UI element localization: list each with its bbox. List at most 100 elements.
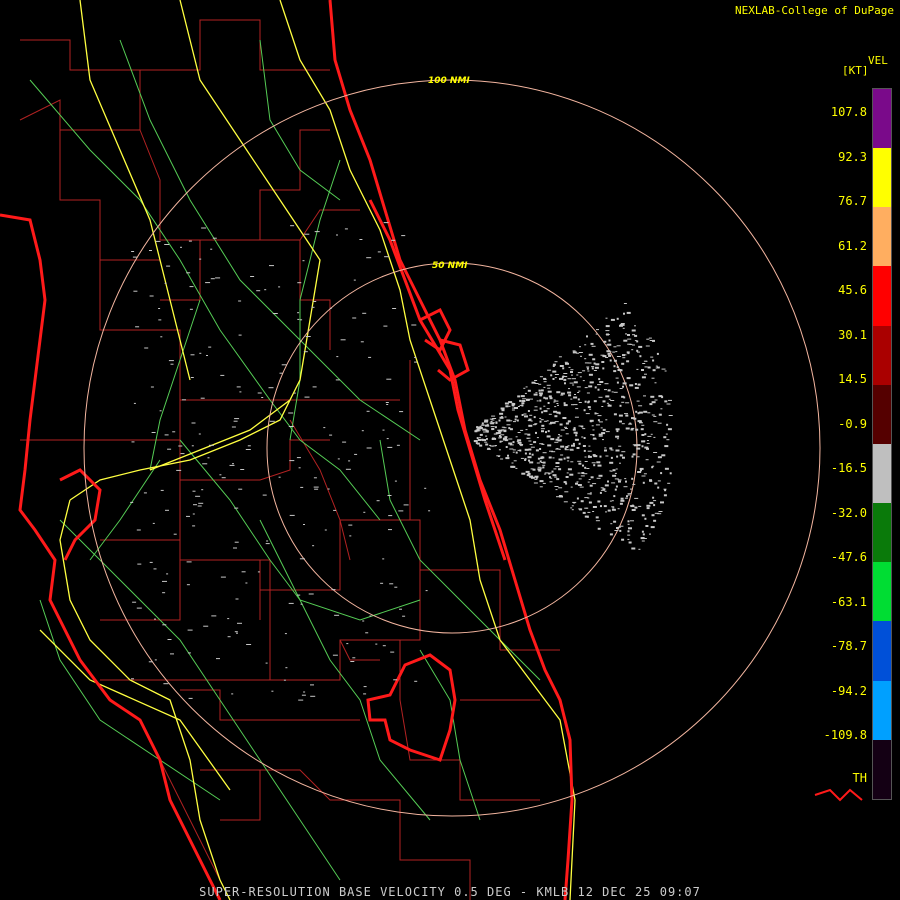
echo-pixel	[578, 462, 582, 465]
echo-pixel	[340, 339, 346, 341]
echo-pixel	[476, 437, 479, 440]
echo-pixel	[377, 251, 381, 253]
echo-pixel	[646, 507, 650, 510]
echo-pixel	[617, 526, 621, 528]
echo-pixel	[238, 488, 243, 490]
echo-pixel	[366, 447, 372, 449]
color-bar-segment	[873, 148, 891, 208]
color-bar-segment	[873, 207, 891, 267]
echo-pixel	[605, 455, 609, 457]
echo-pixel	[509, 444, 514, 446]
echo-pixel	[239, 391, 242, 393]
echo-pixel	[556, 391, 561, 394]
echo-pixel	[245, 449, 251, 450]
echo-pixel	[200, 397, 205, 399]
echo-pixel	[547, 369, 552, 371]
echo-pixel	[521, 402, 525, 405]
echo-pixel	[631, 504, 634, 507]
echo-pixel	[553, 410, 558, 413]
echo-pixel	[615, 449, 620, 452]
echo-pixel	[574, 394, 576, 395]
echo-pixel	[392, 308, 397, 309]
echo-pixel	[595, 424, 600, 426]
echo-pixel	[615, 435, 620, 438]
echo-pixel	[541, 430, 544, 433]
echo-pixel	[593, 464, 596, 467]
echo-pixel	[564, 426, 567, 428]
echo-pixel	[636, 456, 640, 458]
echo-pixel	[190, 354, 195, 356]
echo-pixel	[484, 424, 489, 427]
echo-pixel	[593, 437, 597, 440]
echo-pixel	[618, 414, 623, 417]
echo-pixel	[637, 351, 640, 353]
echo-pixel	[353, 279, 356, 281]
echo-pixel	[634, 386, 639, 389]
echo-pixel	[499, 436, 502, 439]
echo-pixel	[591, 367, 594, 370]
echo-pixel	[619, 529, 622, 532]
echo-pixel	[234, 631, 238, 633]
echo-pixel	[288, 602, 294, 604]
echo-pixel	[592, 506, 597, 508]
echo-pixel	[631, 509, 636, 511]
echo-pixel	[186, 272, 191, 274]
echo-pixel	[505, 405, 509, 408]
echo-pixel	[473, 440, 478, 443]
echo-pixel	[623, 396, 626, 399]
echo-pixel	[305, 336, 311, 337]
echo-pixel	[592, 483, 597, 485]
echo-pixel	[531, 453, 534, 456]
echo-pixel	[555, 438, 559, 441]
echo-pixel	[637, 412, 640, 415]
echo-pixel	[641, 424, 645, 426]
echo-pixel	[547, 430, 550, 433]
echo-pixel	[620, 323, 625, 324]
echo-pixel	[538, 390, 542, 392]
echo-pixel	[476, 428, 480, 431]
echo-pixel	[649, 479, 653, 482]
echo-pixel	[652, 369, 656, 372]
echo-pixel	[362, 620, 365, 622]
echo-pixel	[628, 541, 632, 544]
echo-pixel	[232, 463, 234, 465]
legend-tick: 76.7	[838, 194, 867, 208]
echo-pixel	[569, 382, 574, 384]
echo-pixel	[382, 429, 385, 431]
echo-pixel	[625, 414, 629, 417]
echo-pixel	[579, 508, 583, 511]
echo-pixel	[666, 439, 670, 441]
echo-pixel	[628, 527, 632, 530]
echo-pixel	[597, 415, 602, 417]
echo-pixel	[587, 362, 592, 364]
echo-pixel	[630, 488, 632, 490]
echo-pixel	[476, 442, 480, 445]
echo-pixel	[336, 234, 338, 236]
color-bar-segment	[873, 503, 891, 563]
color-bar-segment	[873, 562, 891, 622]
echo-pixel	[632, 444, 637, 446]
echo-pixel	[560, 445, 565, 448]
echo-pixel	[530, 476, 535, 479]
echo-pixel	[342, 441, 347, 443]
echo-pixel	[493, 445, 497, 447]
echo-pixel	[548, 413, 552, 415]
echo-pixel	[162, 592, 166, 594]
echo-pixel	[411, 324, 417, 326]
echo-pixel	[564, 428, 568, 429]
echo-pixel	[610, 400, 615, 401]
echo-pixel	[590, 342, 594, 345]
echo-pixel	[527, 410, 530, 412]
echo-pixel	[333, 509, 337, 511]
echo-pixel	[487, 447, 491, 450]
echo-pixel	[571, 404, 574, 406]
echo-pixel	[643, 473, 647, 475]
echo-pixel	[586, 335, 588, 338]
echo-pixel	[391, 239, 396, 241]
echo-pixel	[205, 282, 211, 284]
echo-pixel	[563, 501, 568, 503]
echo-pixel	[545, 431, 547, 434]
echo-pixel	[504, 402, 509, 405]
echo-pixel	[584, 344, 587, 346]
echo-pixel	[554, 476, 558, 478]
